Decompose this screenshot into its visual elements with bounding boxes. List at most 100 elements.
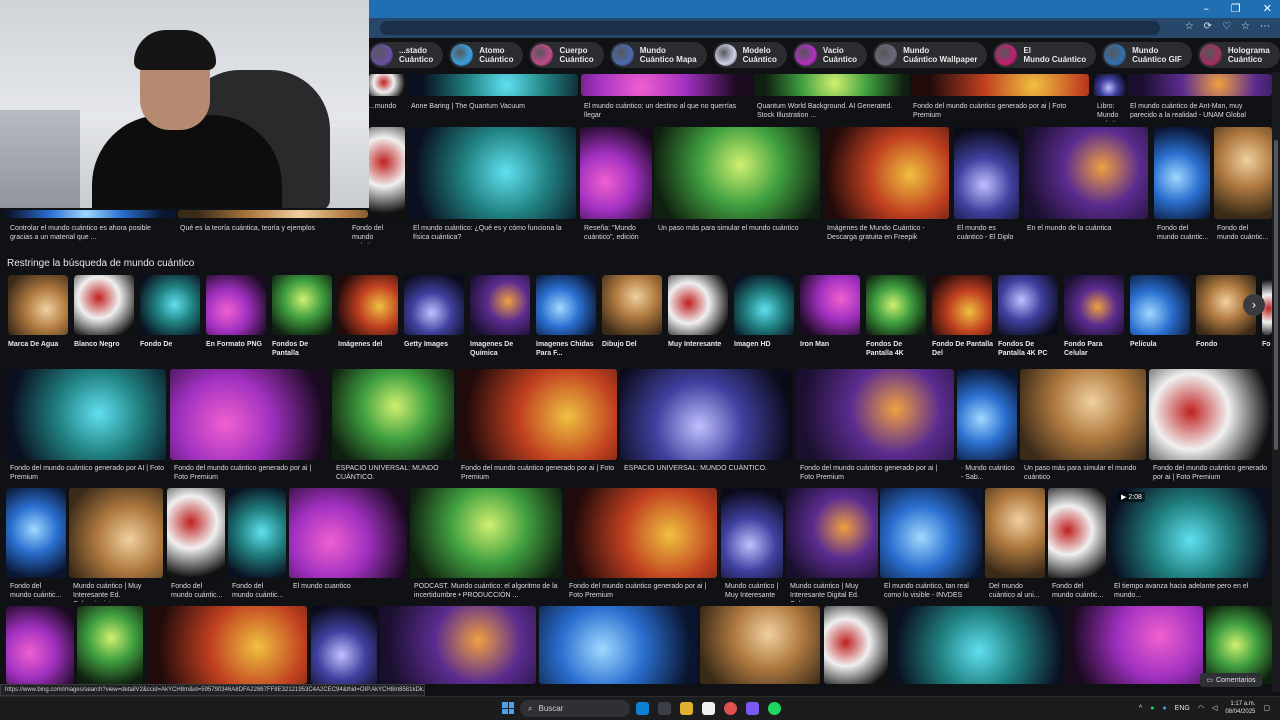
- result-image[interactable]: [700, 606, 820, 684]
- category-thumbnail[interactable]: [932, 275, 992, 335]
- minimize-button[interactable]: –: [1203, 2, 1209, 15]
- category-label[interactable]: Fondo Para Celular: [1064, 340, 1126, 358]
- volume-icon[interactable]: ◁: [1212, 704, 1217, 712]
- category-label[interactable]: Fondo De: [140, 340, 202, 349]
- result-caption[interactable]: ESPACIO UNIVERSAL: MUNDO CUÁNTICO.: [624, 464, 790, 484]
- chip-9[interactable]: Holograma Cuántico: [1197, 42, 1280, 68]
- result-caption[interactable]: Imágenes de Mundo Cuántico - Descarga gr…: [827, 224, 947, 244]
- chip-6[interactable]: Mundo Cuántico Wallpaper: [873, 42, 988, 68]
- close-button[interactable]: ✕: [1263, 2, 1272, 15]
- result-image[interactable]: [6, 369, 166, 460]
- result-caption[interactable]: Fondo del mundo cuántic...: [1052, 582, 1104, 602]
- result-image[interactable]: [77, 606, 143, 684]
- result-caption[interactable]: El mundo cuántico, tan real como lo visi…: [884, 582, 980, 602]
- chip-3[interactable]: Mundo Cuántico Mapa: [609, 42, 707, 68]
- category-label[interactable]: Fondos De Pantalla 4K: [866, 340, 928, 358]
- chrome-icon[interactable]: [724, 702, 737, 715]
- result-caption[interactable]: Fondo del mundo cuántico generado por ai…: [800, 464, 952, 484]
- category-thumbnail[interactable]: [998, 275, 1058, 335]
- result-image[interactable]: [565, 488, 717, 578]
- result-caption[interactable]: En el mundo de la cuántica: [1027, 224, 1147, 244]
- result-image[interactable]: [410, 488, 562, 578]
- category-thumbnail[interactable]: [404, 275, 464, 335]
- result-caption[interactable]: ...mundo: [369, 102, 401, 122]
- result-image[interactable]: [289, 488, 407, 578]
- result-caption[interactable]: Controlar el mundo cuántico es ahora pos…: [10, 224, 170, 244]
- more-menu-icon[interactable]: ⋯: [1260, 21, 1270, 32]
- chip-5[interactable]: Vacío Cuántico: [792, 42, 868, 68]
- chip-1[interactable]: Atomo Cuántico: [449, 42, 524, 68]
- result-caption[interactable]: Mundo cuántico | Muy Interesante Digital…: [790, 582, 876, 602]
- result-caption[interactable]: El mundo es cuántico - El Diplo: [957, 224, 1017, 244]
- category-label[interactable]: Imágenes del: [338, 340, 400, 349]
- maximize-button[interactable]: ❐: [1231, 2, 1241, 15]
- next-arrow-button[interactable]: ›: [1243, 294, 1265, 316]
- category-thumbnail[interactable]: [74, 275, 134, 335]
- category-label[interactable]: Marca De Agua: [8, 340, 70, 349]
- feedback-button[interactable]: ▭ Comentarios: [1200, 673, 1262, 687]
- result-caption[interactable]: El mundo cuántico: un destino al que no …: [584, 102, 752, 122]
- favorite-icon[interactable]: ☆: [1185, 21, 1194, 32]
- result-caption[interactable]: Fondo del mundo cuántico generado por AI…: [10, 464, 164, 484]
- result-image[interactable]: [891, 606, 1063, 684]
- category-label[interactable]: Fo: [1262, 340, 1272, 349]
- result-caption[interactable]: Anne Baring | The Quantum Vacuum: [411, 102, 576, 122]
- result-image[interactable]: [580, 127, 652, 219]
- chip-8[interactable]: Mundo Cuántico GIF: [1102, 42, 1192, 68]
- result-image[interactable]: [754, 74, 909, 96]
- result-image[interactable]: [654, 127, 820, 219]
- result-caption[interactable]: PODCAST. Mundo cuántico: el algoritmo de…: [414, 582, 560, 602]
- result-caption[interactable]: · Mundo cuántico - Sab...: [961, 464, 1015, 484]
- result-image[interactable]: [311, 606, 377, 684]
- tray-app-icon[interactable]: ●: [1150, 705, 1154, 712]
- category-label[interactable]: Fondos De Pantalla: [272, 340, 334, 358]
- result-caption[interactable]: Reseña: "Mundo cuántico", edición c...: [584, 224, 649, 244]
- chip-7[interactable]: El Mundo Cuántico: [993, 42, 1097, 68]
- category-thumbnail[interactable]: [140, 275, 200, 335]
- category-thumbnail[interactable]: [1064, 275, 1124, 335]
- collections-icon[interactable]: ☆: [1241, 21, 1250, 32]
- category-label[interactable]: Muy Interesante: [668, 340, 730, 349]
- edge-icon[interactable]: [636, 702, 649, 715]
- result-image[interactable]: [369, 127, 405, 219]
- language-indicator[interactable]: ENG: [1175, 705, 1190, 712]
- notifications-icon[interactable]: ▢: [1263, 704, 1270, 712]
- category-thumbnail[interactable]: [536, 275, 596, 335]
- result-image[interactable]: [409, 127, 576, 219]
- chip-0[interactable]: ...stado Cuántico: [369, 42, 444, 68]
- taskbar-search[interactable]: ⌕ Buscar: [520, 700, 630, 717]
- result-caption[interactable]: Fondo del mundo cuántic...: [171, 582, 223, 602]
- category-thumbnail[interactable]: [1130, 275, 1190, 335]
- taskview-icon[interactable]: [658, 702, 671, 715]
- result-image[interactable]: [369, 74, 405, 96]
- result-image[interactable]: [786, 488, 878, 578]
- category-thumbnail[interactable]: [272, 275, 332, 335]
- result-image[interactable]: [823, 127, 949, 219]
- category-thumbnail[interactable]: [668, 275, 728, 335]
- result-caption[interactable]: Libro: Mundo cuántico - 978...: [1097, 102, 1127, 122]
- result-image[interactable]: [170, 369, 328, 460]
- spotify-icon[interactable]: [768, 702, 781, 715]
- result-caption[interactable]: Fondo del mundo cuántico generado por ai…: [1153, 464, 1270, 484]
- store-icon[interactable]: [702, 702, 715, 715]
- category-thumbnail[interactable]: [800, 275, 860, 335]
- result-caption[interactable]: Fondo del mundo cuántic...: [1217, 224, 1269, 244]
- result-caption[interactable]: El mundo cuantico: [293, 582, 405, 602]
- result-image[interactable]: [1094, 74, 1126, 96]
- result-image[interactable]: [332, 369, 454, 460]
- category-label[interactable]: Película: [1130, 340, 1192, 349]
- result-caption[interactable]: Un paso más para simular el mundo cuánti…: [658, 224, 818, 244]
- category-label[interactable]: Fondos De Pantalla 4K PC: [998, 340, 1060, 358]
- result-image[interactable]: [911, 74, 1089, 96]
- file-explorer-icon[interactable]: [680, 702, 693, 715]
- result-image[interactable]: [408, 74, 578, 96]
- result-image[interactable]: [957, 369, 1017, 460]
- result-caption[interactable]: Un paso más para simular el mundo cuánti…: [1024, 464, 1144, 484]
- result-image[interactable]: [721, 488, 783, 578]
- result-image[interactable]: [1154, 127, 1210, 219]
- result-image[interactable]: [380, 606, 536, 684]
- result-image[interactable]: [954, 127, 1019, 219]
- address-bar[interactable]: [380, 21, 1160, 35]
- result-image[interactable]: [1067, 606, 1203, 684]
- result-image[interactable]: [6, 606, 74, 684]
